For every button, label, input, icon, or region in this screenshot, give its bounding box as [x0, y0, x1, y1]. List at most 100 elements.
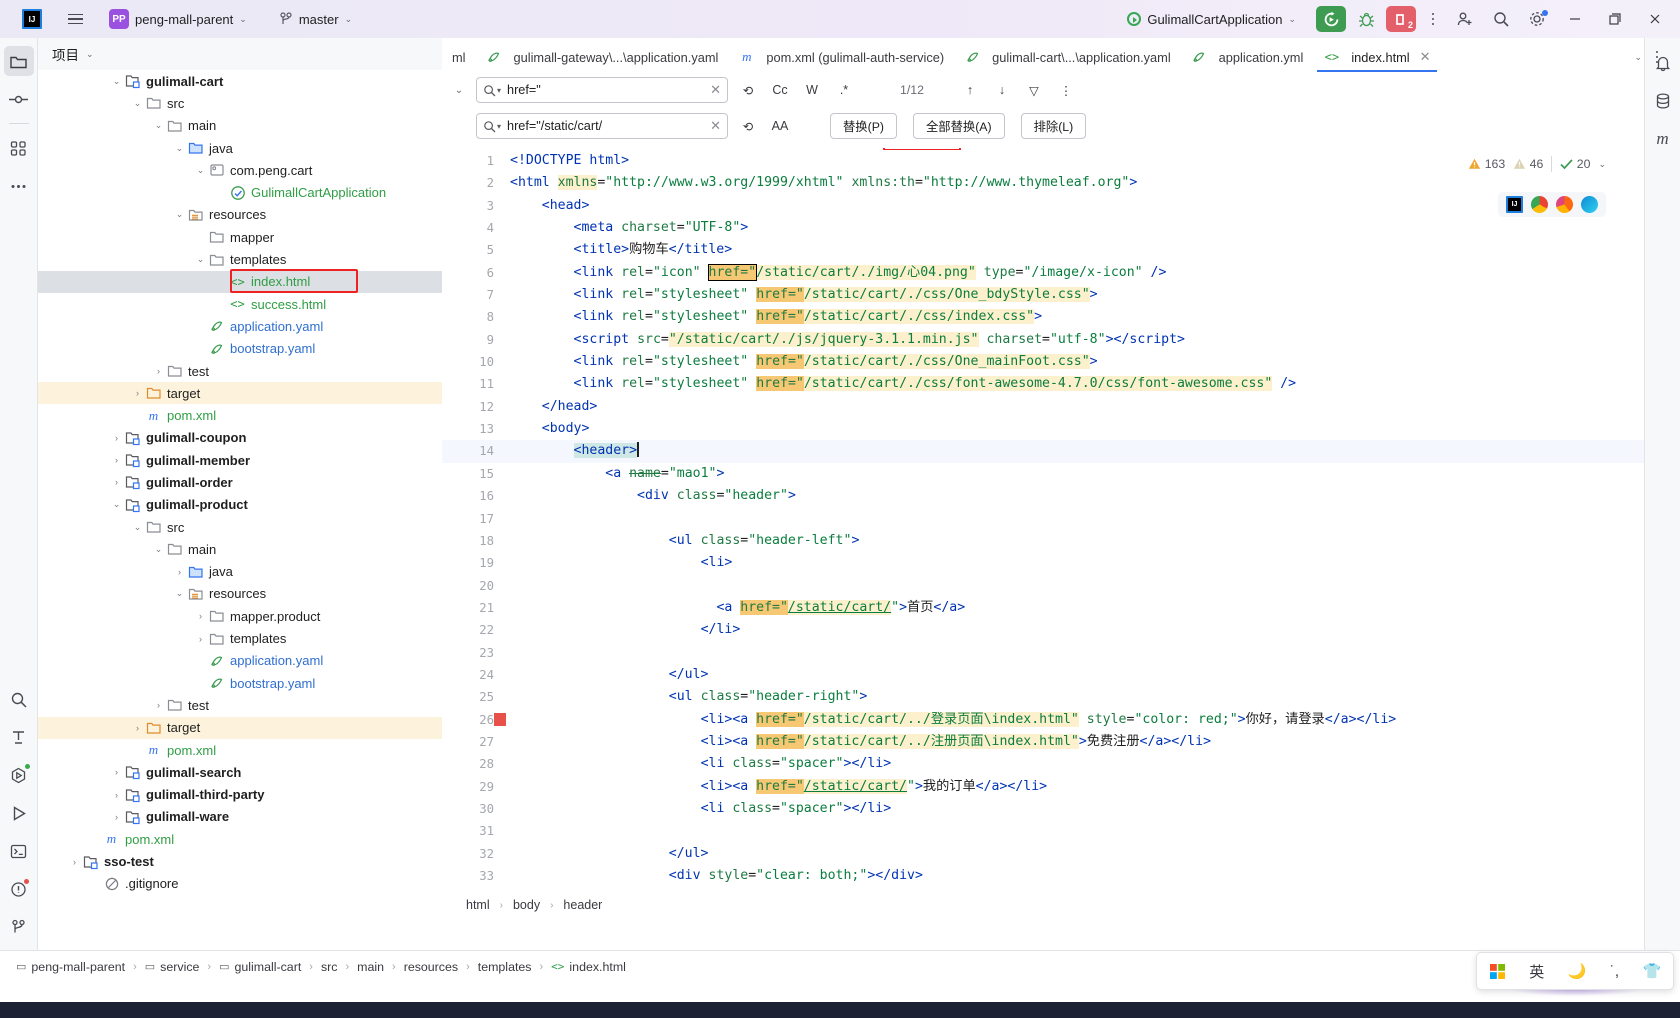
tree-expand-arrow[interactable]: ›	[193, 611, 208, 621]
editor-tabs[interactable]: ml gulimall-gateway\...\application.yaml m…	[442, 42, 1642, 72]
code-line-33[interactable]: 33 <div style="clear: both;"></div>	[442, 865, 1652, 885]
tree-item-gulimall-member[interactable]: › gulimall-member	[38, 449, 442, 471]
firefox-icon[interactable]	[1556, 196, 1573, 213]
tree-item-bootstrap-yaml[interactable]: ›bootstrap.yaml	[38, 338, 442, 360]
previous-match-button[interactable]: ↑	[958, 78, 982, 102]
tree-expand-arrow[interactable]: ⌄	[193, 165, 208, 176]
tree-item-bootstrap-yaml[interactable]: ›bootstrap.yaml	[38, 672, 442, 694]
tree-expand-arrow[interactable]: ›	[193, 634, 208, 644]
tree-item-pom-xml[interactable]: ›mpom.xml	[38, 739, 442, 761]
tree-expand-arrow[interactable]: ›	[130, 388, 145, 398]
editor-breadcrumb-html[interactable]: html	[462, 897, 494, 913]
chevron-down-icon[interactable]: ⌄	[86, 49, 94, 60]
code-line-11[interactable]: 11 <link rel="stylesheet" href="/static/…	[442, 373, 1652, 395]
replace-button[interactable]: 替换(P)	[830, 113, 897, 139]
run-tool-button[interactable]	[4, 798, 34, 828]
search-field-box[interactable]: ▾ ✕	[476, 77, 728, 103]
tree-item-src[interactable]: ⌄ src	[38, 92, 442, 114]
services-tool-button[interactable]	[4, 760, 34, 790]
code-line-27[interactable]: 27 <li><a href="/static/cart/../注册页面\ind…	[442, 731, 1652, 753]
code-line-29[interactable]: 29 <li><a href="/static/cart/">我的订单</a><…	[442, 776, 1652, 798]
code-line-10[interactable]: 10 <link rel="stylesheet" href="/static/…	[442, 351, 1652, 373]
tree-item-target[interactable]: › target	[38, 382, 442, 405]
status-breadcrumb[interactable]: ▭ peng-mall-parent › ▭ service › ▭ gulimall-car…	[12, 958, 630, 976]
filter-icon[interactable]: ▽	[1022, 78, 1046, 102]
code-line-9[interactable]: 9 <script src="/static/cart/./js/jquery-…	[442, 329, 1652, 351]
code-line-2[interactable]: 2 <html xmlns="http://www.w3.org/1999/xht…	[442, 172, 1652, 194]
tree-expand-arrow[interactable]: ›	[109, 455, 124, 465]
ime-punctuation-icon[interactable]: ˙,	[1610, 963, 1619, 980]
chevron-down-icon[interactable]: ⌄	[1634, 52, 1642, 63]
git-branch-selector[interactable]: master ⌄	[272, 9, 359, 30]
tree-item-resources[interactable]: ⌄ resources	[38, 583, 442, 605]
code-line-26[interactable]: 26 <li><a href="/static/cart/../登录页面\ind…	[442, 709, 1652, 731]
breakpoint-marker[interactable]	[494, 712, 506, 726]
maximize-button[interactable]	[1598, 4, 1632, 34]
tree-item-pom-xml[interactable]: ›mpom.xml	[38, 404, 442, 426]
code-content[interactable]: 1 <!DOCTYPE html> 2 <html xmlns="http://www…	[442, 150, 1652, 885]
code-line-12[interactable]: 12 </head>	[442, 396, 1652, 418]
code-line-17[interactable]: 17	[442, 508, 1652, 530]
code-editor[interactable]: 1 <!DOCTYPE html> 2 <html xmlns="http://www…	[442, 150, 1652, 885]
inspection-widget[interactable]: 163 46 20 ⌄	[1468, 156, 1606, 172]
code-line-14[interactable]: 14 <header>	[442, 440, 1652, 463]
editor-tab-gulimall-gateway-application-yaml[interactable]: gulimall-gateway\...\application.yaml	[476, 42, 729, 72]
windows-ime-icon[interactable]	[1489, 963, 1506, 980]
editor-tab-pom-xml-gulimall-auth-service-[interactable]: m pom.xml (gulimall-auth-service)	[728, 42, 954, 72]
main-menu-icon[interactable]	[62, 6, 88, 32]
tree-item-gulimall-coupon[interactable]: › gulimall-coupon	[38, 427, 442, 449]
preserve-case-toggle[interactable]: AA	[768, 114, 792, 138]
exclude-button[interactable]: 排除(L)	[1020, 113, 1087, 139]
tree-item--gitignore[interactable]: ›.gitignore	[38, 873, 442, 895]
tree-item-main[interactable]: ⌄ main	[38, 538, 442, 560]
collapse-find-icon[interactable]: ⌄	[450, 85, 468, 96]
editor-tab-index-html[interactable]: <> index.html ✕	[1313, 42, 1440, 72]
edge-icon[interactable]	[1581, 196, 1598, 213]
tree-item-gulimall-search[interactable]: › gulimall-search	[38, 761, 442, 783]
tree-expand-arrow[interactable]: ›	[130, 723, 145, 733]
share-project-icon[interactable]	[1450, 6, 1480, 32]
code-line-30[interactable]: 30 <li class="spacer"></li>	[442, 798, 1652, 820]
code-line-19[interactable]: 19 <li>	[442, 552, 1652, 574]
ime-skin-icon[interactable]: 👕	[1643, 962, 1662, 980]
git-tool-button[interactable]	[4, 912, 34, 942]
editor-breadcrumb-header[interactable]: header	[559, 897, 606, 913]
structure-tool-button[interactable]	[4, 133, 34, 163]
settings-icon[interactable]	[1522, 6, 1552, 32]
tree-item-application-yaml[interactable]: ›application.yaml	[38, 650, 442, 672]
tree-item-pom-xml[interactable]: ›mpom.xml	[38, 828, 442, 850]
code-line-16[interactable]: 16 <div class="header">	[442, 485, 1652, 507]
status-path-src[interactable]: src	[317, 958, 342, 976]
minimize-button[interactable]	[1558, 4, 1592, 34]
status-path-templates[interactable]: templates	[474, 958, 536, 976]
tree-expand-arrow[interactable]: ›	[172, 567, 187, 577]
tree-expand-arrow[interactable]: ⌄	[172, 209, 187, 220]
tree-item-index-html[interactable]: ›<>index.html	[38, 270, 442, 293]
tree-expand-arrow[interactable]: ⌄	[109, 499, 124, 510]
commit-tool-button[interactable]	[4, 84, 34, 114]
code-line-3[interactable]: 3 <head>	[442, 195, 1652, 217]
editor-breadcrumb[interactable]: html › body › header	[442, 893, 1652, 917]
tree-item-templates[interactable]: ⌄ templates	[38, 248, 442, 270]
tree-item-test[interactable]: › test	[38, 694, 442, 716]
replace-all-button[interactable]: 全部替换(A)	[913, 113, 1005, 139]
tree-item-gulimall-product[interactable]: ⌄ gulimall-product	[38, 494, 442, 516]
tree-item-gulimall-ware[interactable]: › gulimall-ware	[38, 806, 442, 828]
code-line-18[interactable]: 18 <ul class="header-left">	[442, 530, 1652, 552]
tree-item-mapper[interactable]: ›mapper	[38, 226, 442, 248]
next-match-button[interactable]: ↓	[990, 78, 1014, 102]
rerun-button[interactable]	[1316, 6, 1346, 32]
regex-toggle[interactable]: .*	[832, 78, 856, 102]
tree-expand-arrow[interactable]: ⌄	[151, 544, 166, 555]
tree-expand-arrow[interactable]: ›	[109, 767, 124, 777]
database-button[interactable]	[1648, 86, 1678, 116]
status-path-main[interactable]: main	[353, 958, 388, 976]
code-line-32[interactable]: 32 </ul>	[442, 843, 1652, 865]
tree-item-mapper-product[interactable]: › mapper.product	[38, 605, 442, 627]
replace-history-icon[interactable]: ⟲	[736, 114, 760, 138]
clear-search-icon[interactable]: ✕	[710, 82, 721, 98]
terminal-tool-button[interactable]	[4, 836, 34, 866]
chevron-down-icon[interactable]: ⌄	[1598, 159, 1606, 170]
replace-search-icon[interactable]: ▾	[483, 120, 501, 133]
tree-expand-arrow[interactable]: ›	[67, 857, 82, 867]
